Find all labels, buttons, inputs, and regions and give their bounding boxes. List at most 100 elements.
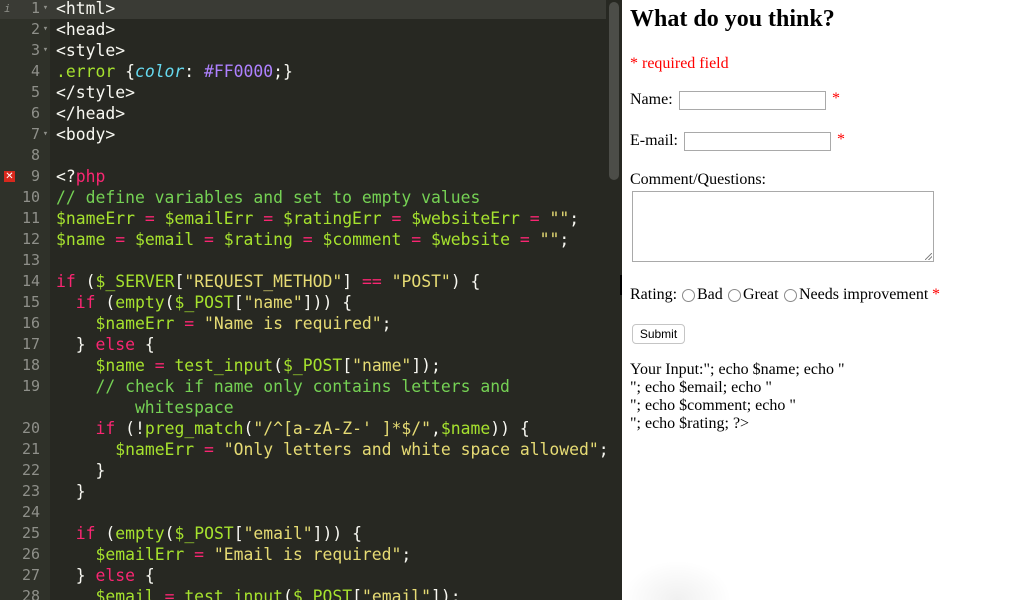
code-text[interactable]: // define variables and set to empty val… (56, 187, 480, 208)
code-token: "name" (243, 293, 303, 312)
code-line[interactable]: 6 </head> (0, 103, 606, 124)
code-line[interactable]: 3 ▾ <style> (0, 40, 606, 61)
code-token: $emailErr (164, 209, 254, 228)
code-line[interactable]: 16 $nameErr = "Name is required"; (0, 313, 606, 334)
rating-bad-radio[interactable] (682, 289, 695, 302)
code-text[interactable]: $name = test_input($_POST["name"]); (56, 355, 440, 376)
code-token: else (95, 335, 135, 354)
code-text[interactable]: </style> (56, 82, 135, 103)
code-token: "Name is required" (204, 314, 382, 333)
code-line[interactable]: 28 $email = test_input($_POST["email"]); (0, 586, 606, 600)
code-text[interactable]: $email = test_input($_POST["email"]); (56, 586, 460, 600)
code-token: ] (342, 272, 362, 291)
code-line[interactable]: 20 if (!preg_match("/^[a-zA-Z-' ]*$/",$n… (0, 418, 606, 439)
code-token: <style> (56, 41, 126, 60)
code-token: test_input (184, 587, 283, 600)
code-line[interactable]: 17 } else { (0, 334, 606, 355)
code-text[interactable]: whitespace (56, 397, 234, 418)
code-token: "Only letters and white space allowed" (223, 440, 599, 459)
code-text[interactable]: $nameErr = "Name is required"; (56, 313, 391, 334)
fold-arrow-icon[interactable]: ▾ (41, 124, 50, 145)
code-token: else (95, 566, 135, 585)
fold-arrow-icon[interactable]: ▾ (41, 19, 50, 40)
code-text[interactable]: } else { (56, 565, 155, 586)
code-token: ( (75, 272, 96, 291)
line-number: 27 (21, 566, 40, 584)
code-line[interactable]: 22 } (0, 460, 606, 481)
code-line[interactable]: 5 </style> (0, 82, 606, 103)
code-text[interactable]: $name = $email = $rating = $comment = $w… (56, 229, 569, 250)
code-line[interactable]: 10 // define variables and set to empty v… (0, 187, 606, 208)
code-text[interactable]: if ($_SERVER["REQUEST_METHOD"] == "POST"… (56, 271, 480, 292)
line-number: 4 (30, 62, 40, 80)
code-line[interactable]: 8 (0, 145, 606, 166)
code-token: ( (164, 524, 175, 543)
code-text[interactable]: <head> (56, 19, 115, 40)
code-line[interactable]: 2 ▾ <head> (0, 19, 606, 40)
code-line[interactable]: 13 (0, 250, 606, 271)
code-text[interactable]: <html> (56, 0, 115, 19)
code-token: $emailErr (95, 545, 185, 564)
code-line[interactable]: 18 $name = test_input($_POST["name"]); (0, 355, 606, 376)
code-text[interactable]: $nameErr = $emailErr = $ratingErr = $web… (56, 208, 579, 229)
code-token: ( (95, 524, 116, 543)
code-token: , (431, 419, 441, 438)
code-line[interactable]: 24 (0, 502, 606, 523)
code-line[interactable]: 27 } else { (0, 565, 606, 586)
line-number: 5 (30, 83, 40, 101)
code-text[interactable]: if (empty($_POST["email"])) { (56, 523, 362, 544)
editor-scrollbar-thumb[interactable] (609, 2, 619, 180)
code-line[interactable]: 21 $nameErr = "Only letters and white sp… (0, 439, 609, 460)
code-token: { (125, 62, 135, 81)
code-token: $ratingErr (282, 209, 382, 228)
resize-grip-icon[interactable] (925, 253, 932, 260)
code-line[interactable]: whitespace (0, 397, 606, 418)
code-token: empty (115, 293, 165, 312)
rating-needs-improvement-radio[interactable] (784, 289, 797, 302)
code-text[interactable]: </head> (56, 103, 125, 124)
code-token: if (95, 419, 116, 438)
code-line[interactable]: i 1 ▾ <html> (0, 0, 606, 19)
code-text[interactable]: $nameErr = "Only letters and white space… (56, 439, 608, 460)
code-text[interactable]: $emailErr = "Email is required"; (56, 544, 411, 565)
code-line[interactable]: 12 $name = $email = $rating = $comment = … (0, 229, 606, 250)
code-text[interactable]: } else { (56, 334, 155, 355)
code-text[interactable]: } (56, 481, 86, 502)
code-token: } (56, 566, 96, 585)
output-line: "; echo $rating; ?> (630, 415, 750, 432)
code-text[interactable]: <?php (56, 166, 105, 187)
code-line[interactable]: 15 if (empty($_POST["name"])) { (0, 292, 606, 313)
code-line[interactable]: ✕ 9 <?php (0, 166, 606, 187)
code-text[interactable]: // check if name only contains letters a… (56, 376, 509, 397)
line-number: 23 (21, 482, 40, 500)
code-text[interactable]: } (56, 460, 105, 481)
code-line[interactable]: 11 $nameErr = $emailErr = $ratingErr = $w… (0, 208, 606, 229)
code-token: [ (342, 356, 353, 375)
submit-button[interactable]: Submit (632, 324, 685, 344)
code-text[interactable]: if (empty($_POST["name"])) { (56, 292, 352, 313)
code-line[interactable]: 25 if (empty($_POST["email"])) { (0, 523, 606, 544)
fold-arrow-icon[interactable]: ▾ (41, 40, 50, 61)
code-line[interactable]: 14 if ($_SERVER["REQUEST_METHOD"] == "POS… (0, 271, 606, 292)
code-line[interactable]: 7 ▾ <body> (0, 124, 606, 145)
comment-label: Comment/Questions: (630, 171, 766, 188)
line-number: 3 (30, 41, 40, 59)
code-text[interactable]: <body> (56, 124, 115, 145)
editor-scrollbar[interactable] (606, 0, 622, 600)
code-line[interactable]: 23 } (0, 481, 606, 502)
name-input[interactable] (679, 91, 826, 110)
fold-arrow-icon[interactable]: ▾ (41, 0, 50, 19)
code-text[interactable]: <style> (56, 40, 125, 61)
code-token: <? (56, 167, 76, 186)
comment-textarea[interactable] (632, 191, 934, 262)
code-text[interactable]: .error {color: #FF0000;} (56, 61, 293, 82)
code-line[interactable]: 19 // check if name only contains letter… (0, 376, 606, 397)
code-token: </head> (56, 104, 126, 123)
rating-great-radio[interactable] (728, 289, 741, 302)
line-number: 15 (21, 293, 40, 311)
code-editor[interactable]: i 1 ▾ <html> 2 ▾ <head> 3 ▾ <style> 4 .error {color… (0, 0, 622, 600)
code-line[interactable]: 26 $emailErr = "Email is required"; (0, 544, 606, 565)
code-text[interactable]: if (!preg_match("/^[a-zA-Z-' ]*$/",$name… (56, 418, 529, 439)
code-line[interactable]: 4 .error {color: #FF0000;} (0, 61, 606, 82)
email-input[interactable] (684, 132, 831, 151)
